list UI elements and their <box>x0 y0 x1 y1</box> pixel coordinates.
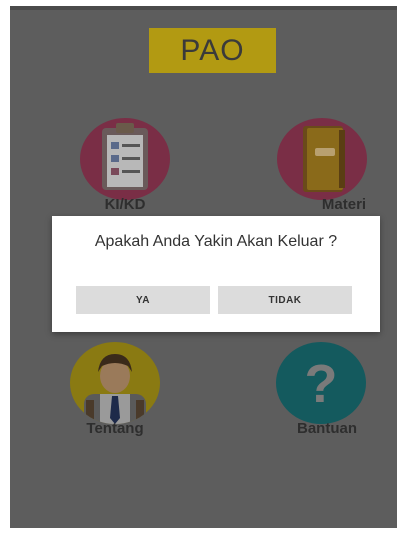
menu-item-label: Bantuan <box>297 420 357 437</box>
menu-item-tentang[interactable]: Tentang <box>50 342 180 452</box>
menu-item-materi[interactable]: Materi <box>257 118 387 228</box>
menu-item-label: KI/KD <box>104 196 146 213</box>
dialog-message: Apakah Anda Yakin Akan Keluar ? <box>94 233 338 250</box>
app-title: PAO <box>149 28 276 73</box>
confirm-exit-button[interactable]: YA <box>76 286 210 314</box>
menu-item-label: Materi <box>321 196 367 213</box>
clipboard-icon <box>80 118 170 200</box>
person-icon <box>70 342 160 424</box>
status-bar <box>10 6 397 10</box>
menu-item-kikd[interactable]: KI/KD <box>60 118 190 228</box>
book-icon <box>277 118 367 200</box>
exit-confirmation-dialog: Apakah Anda Yakin Akan Keluar ? YA TIDAK <box>52 216 380 332</box>
cancel-exit-button[interactable]: TIDAK <box>218 286 352 314</box>
menu-item-label: Tentang <box>86 420 144 437</box>
question-mark-icon: ? <box>276 342 366 424</box>
svg-text:?: ? <box>305 354 338 414</box>
menu-item-bantuan[interactable]: ? Bantuan <box>256 342 386 452</box>
app-screen: PAO KI/KD Materi Tentang ? Bantuan Apaka… <box>10 6 397 528</box>
